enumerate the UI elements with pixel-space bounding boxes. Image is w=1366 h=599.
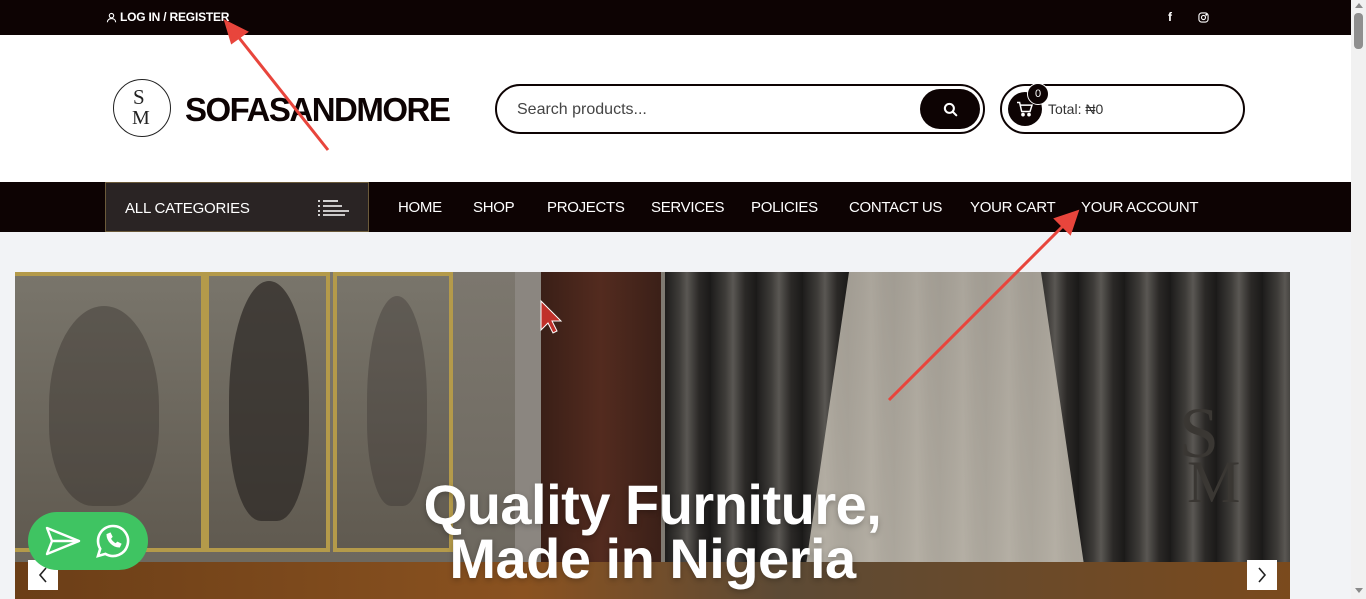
hero-title: Quality Furniture, Made in Nigeria <box>15 473 1290 590</box>
hero-title-line2: Made in Nigeria <box>449 527 856 590</box>
user-icon <box>106 12 117 22</box>
top-bar: LOG IN / REGISTER f <box>0 0 1351 35</box>
search-icon <box>943 102 957 116</box>
instagram-icon[interactable] <box>1195 9 1211 25</box>
cart-count-badge: 0 <box>1027 83 1049 105</box>
hero-slider: S M Quality Furniture, Made in Nigeria <box>15 272 1290 599</box>
search-bar <box>495 84 985 134</box>
chevron-left-icon <box>38 567 47 583</box>
slider-next-button[interactable] <box>1247 560 1277 590</box>
page-scrollbar[interactable] <box>1351 0 1366 599</box>
login-register-label: LOG IN / REGISTER <box>120 10 230 24</box>
cart-total: Total: ₦0 <box>1048 101 1104 117</box>
brand-name[interactable]: SOFASANDMORE <box>185 91 451 129</box>
cart-widget[interactable]: 0 Total: ₦0 <box>1000 83 1245 134</box>
site-header: S M SOFASANDMORE 0 Total: ₦0 <box>0 35 1351 182</box>
nav-item-contact-us[interactable]: CONTACT US <box>849 199 942 216</box>
send-icon[interactable] <box>45 526 81 556</box>
login-register-link[interactable]: LOG IN / REGISTER <box>106 10 229 24</box>
nav-item-your-cart[interactable]: YOUR CART <box>970 199 1056 216</box>
scroll-up-arrow[interactable] <box>1355 3 1363 8</box>
scroll-thumb[interactable] <box>1354 13 1363 49</box>
search-button[interactable] <box>920 89 980 129</box>
chevron-right-icon <box>1258 567 1267 583</box>
nav-item-policies[interactable]: POLICIES <box>751 199 818 216</box>
chat-widget <box>28 512 148 570</box>
nav-item-shop[interactable]: SHOP <box>473 199 515 216</box>
menu-icon <box>318 200 349 216</box>
nav-item-home[interactable]: HOME <box>398 199 442 216</box>
logo-monogram-m: M <box>132 107 150 129</box>
facebook-icon[interactable]: f <box>1162 9 1178 25</box>
nav-item-services[interactable]: SERVICES <box>651 199 724 216</box>
nav-item-your-account[interactable]: YOUR ACCOUNT <box>1081 199 1199 216</box>
hero-title-line1: Quality Furniture, <box>423 473 882 536</box>
logo-icon[interactable]: S M <box>113 79 171 137</box>
search-input[interactable] <box>517 98 907 122</box>
all-categories-label: ALL CATEGORIES <box>125 200 250 217</box>
all-categories-button[interactable]: ALL CATEGORIES <box>105 182 369 232</box>
main-nav: ALL CATEGORIES HOME SHOP PROJECTS SERVIC… <box>0 182 1351 232</box>
nav-item-projects[interactable]: PROJECTS <box>547 199 625 216</box>
scroll-down-arrow[interactable] <box>1355 588 1363 593</box>
whatsapp-icon[interactable] <box>94 522 132 560</box>
